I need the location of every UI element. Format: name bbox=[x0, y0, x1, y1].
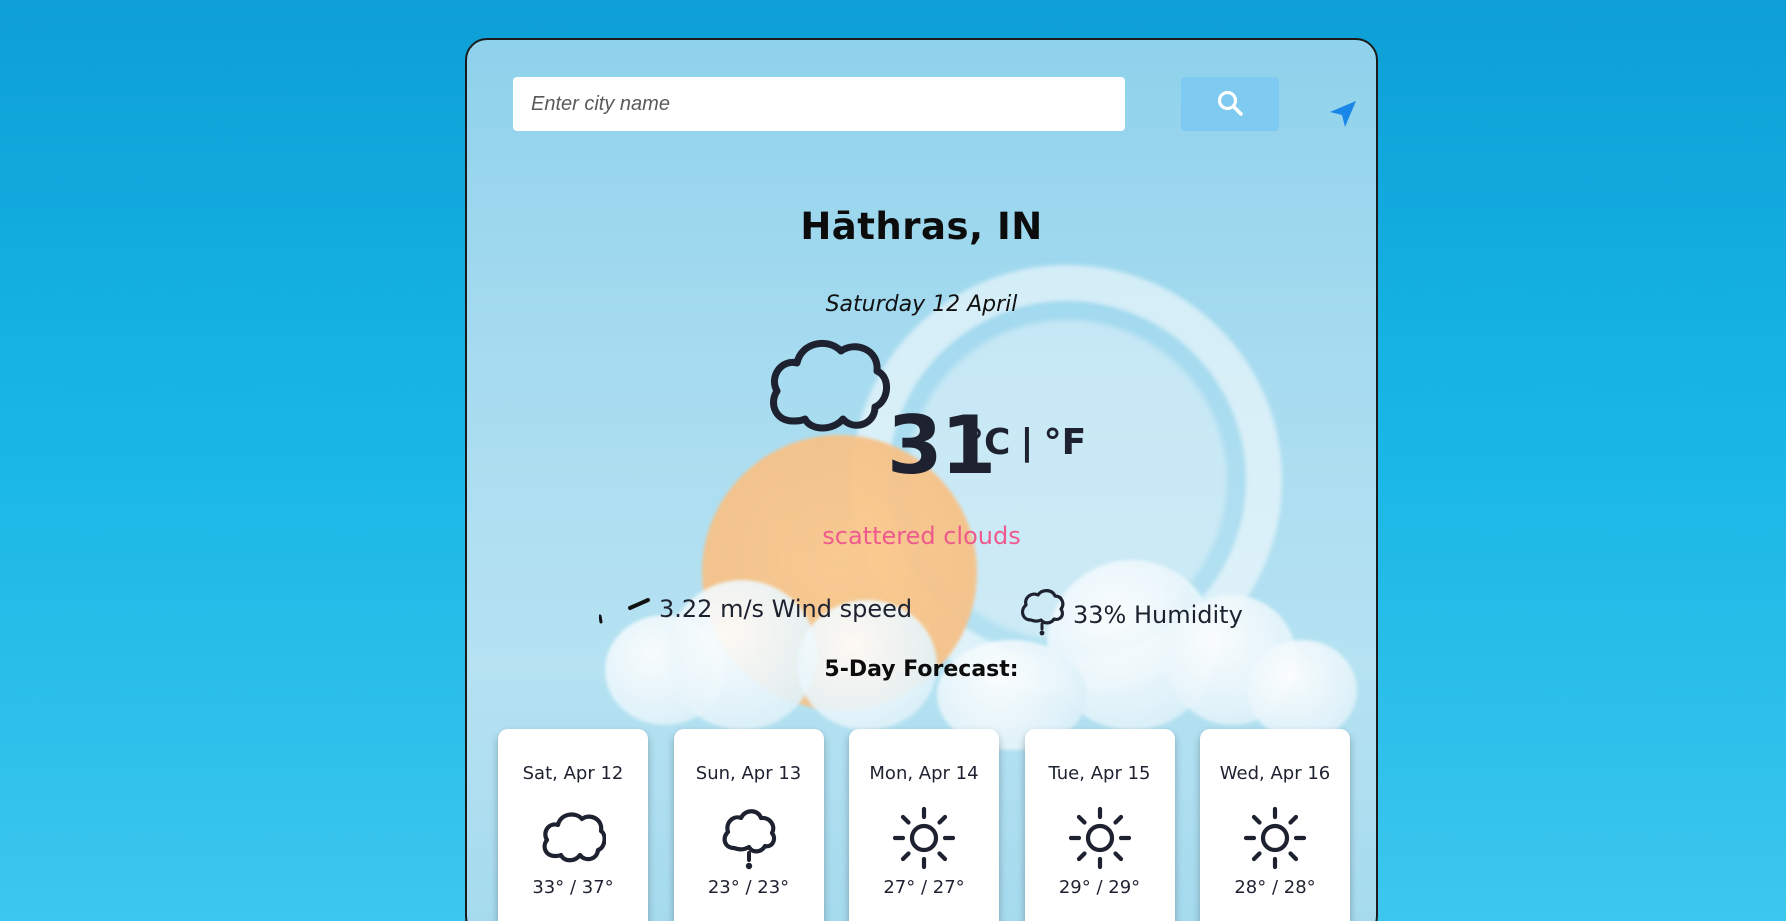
forecast-temp: 23° / 23° bbox=[707, 877, 790, 898]
humidity-icon bbox=[1019, 588, 1073, 642]
forecast-day: Wed, Apr 16 bbox=[1219, 763, 1331, 784]
forecast-card: Wed, Apr 16 28° / 28° bbox=[1200, 729, 1350, 921]
forecast-card: Sun, Apr 13 23° / 23° bbox=[673, 729, 824, 921]
sun-icon bbox=[1067, 805, 1133, 871]
current-date: Saturday 12 April bbox=[825, 292, 1018, 317]
location-arrow-icon bbox=[1329, 100, 1357, 132]
unit-toggle: °C | °F bbox=[966, 422, 1086, 463]
forecast-day: Sat, Apr 12 bbox=[522, 763, 624, 784]
humidity-text: 33% Humidity bbox=[1073, 601, 1243, 629]
forecast-card: Mon, Apr 14 27° / 27° bbox=[849, 729, 999, 921]
weather-card: Hāthras, IN Saturday 12 April 31 °C | °F… bbox=[465, 38, 1378, 921]
decorative-cloud bbox=[1247, 640, 1357, 740]
search-input[interactable] bbox=[513, 77, 1125, 131]
forecast-card: Tue, Apr 15 29° / 29° bbox=[1024, 729, 1175, 921]
forecast-day: Sun, Apr 13 bbox=[695, 763, 802, 784]
rain-icon bbox=[716, 805, 782, 871]
forecast-day: Tue, Apr 15 bbox=[1048, 763, 1151, 784]
forecast-temp: 33° / 37° bbox=[532, 877, 614, 898]
forecast-title: 5-Day Forecast: bbox=[824, 657, 1019, 682]
sun-icon bbox=[891, 805, 957, 871]
humidity: 33% Humidity bbox=[1019, 588, 1243, 642]
sun-icon bbox=[1242, 805, 1308, 871]
forecast-card: Sat, Apr 12 33° / 37° bbox=[498, 729, 648, 921]
forecast-temp: 29° / 29° bbox=[1058, 877, 1141, 898]
forecast-list: Sat, Apr 12 33° / 37° Sun, Apr 13 23° / … bbox=[498, 729, 1350, 921]
search-button[interactable] bbox=[1181, 77, 1279, 131]
wind-speed: 3.22 m/s Wind speed bbox=[598, 588, 913, 630]
wind-icon bbox=[598, 588, 659, 630]
weather-description: scattered clouds bbox=[822, 522, 1021, 550]
city-name: Hāthras, IN bbox=[800, 205, 1043, 248]
forecast-day: Mon, Apr 14 bbox=[869, 763, 979, 784]
forecast-temp: 27° / 27° bbox=[883, 877, 965, 898]
cloud-icon bbox=[763, 335, 893, 445]
forecast-temp: 28° / 28° bbox=[1234, 877, 1316, 898]
unit-separator: | bbox=[1020, 422, 1034, 463]
search-icon bbox=[1216, 89, 1244, 120]
fahrenheit-toggle[interactable]: °F bbox=[1044, 422, 1087, 463]
current-location-button[interactable] bbox=[1327, 100, 1359, 132]
cloud-icon bbox=[540, 805, 606, 871]
celsius-toggle[interactable]: °C bbox=[966, 422, 1010, 463]
wind-speed-text: 3.22 m/s Wind speed bbox=[659, 595, 913, 623]
